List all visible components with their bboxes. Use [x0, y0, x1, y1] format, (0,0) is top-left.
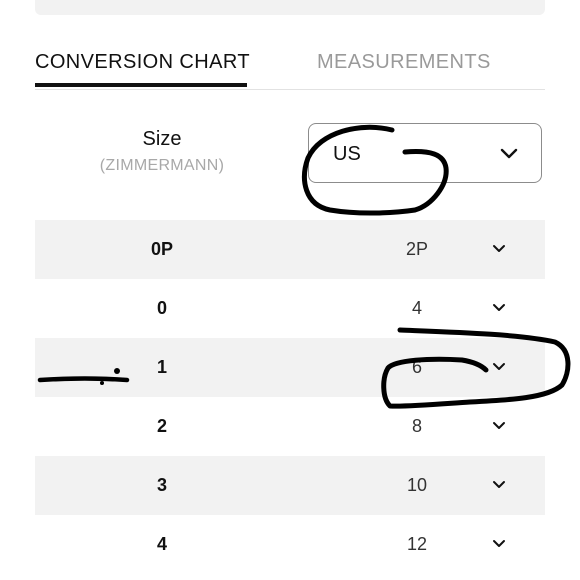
row-size: 4	[156, 534, 167, 554]
chevron-down-icon[interactable]	[492, 478, 506, 492]
chevron-down-icon[interactable]	[492, 301, 506, 315]
previous-panel-card	[35, 0, 545, 15]
active-tab-indicator	[35, 83, 247, 87]
table-row: 3 10	[35, 456, 545, 515]
table-row: 4 12	[35, 515, 545, 574]
row-size: 2	[156, 416, 167, 436]
chevron-down-icon[interactable]	[492, 242, 506, 256]
chevron-down-icon[interactable]	[492, 419, 506, 433]
row-converted-size: 6	[411, 357, 422, 377]
row-size: 0P	[150, 239, 174, 259]
table-row: 1 6	[35, 338, 545, 397]
row-converted-size: 2P	[405, 239, 429, 259]
row-converted-size: 4	[411, 298, 422, 318]
row-size: 1	[156, 357, 167, 377]
row-size: 3	[156, 475, 167, 495]
size-region-select[interactable]: US	[308, 123, 542, 183]
table-row: 0P 2P	[35, 220, 545, 279]
chevron-down-icon[interactable]	[492, 360, 506, 374]
row-converted-size: 10	[406, 475, 428, 495]
row-converted-size: 8	[411, 416, 422, 436]
row-converted-size: 12	[406, 534, 428, 554]
table-row: 0 4	[35, 279, 545, 338]
tab-conversion-chart[interactable]: CONVERSION CHART	[35, 51, 250, 74]
tab-measurements[interactable]: MEASUREMENTS	[317, 51, 491, 74]
row-size: 0	[156, 298, 167, 318]
chevron-down-icon[interactable]	[492, 537, 506, 551]
table-row: 2 8	[35, 397, 545, 456]
region-select-value: US	[333, 143, 361, 165]
size-column-label: Size	[142, 128, 182, 150]
chevron-down-icon	[500, 148, 518, 159]
tab-bar: CONVERSION CHART MEASUREMENTS	[35, 45, 545, 90]
conversion-table: 0P 2P 0 4 1 6 2 8 3 10 4 12	[35, 220, 545, 574]
size-brand-label: (ZIMMERMANN)	[99, 157, 225, 174]
